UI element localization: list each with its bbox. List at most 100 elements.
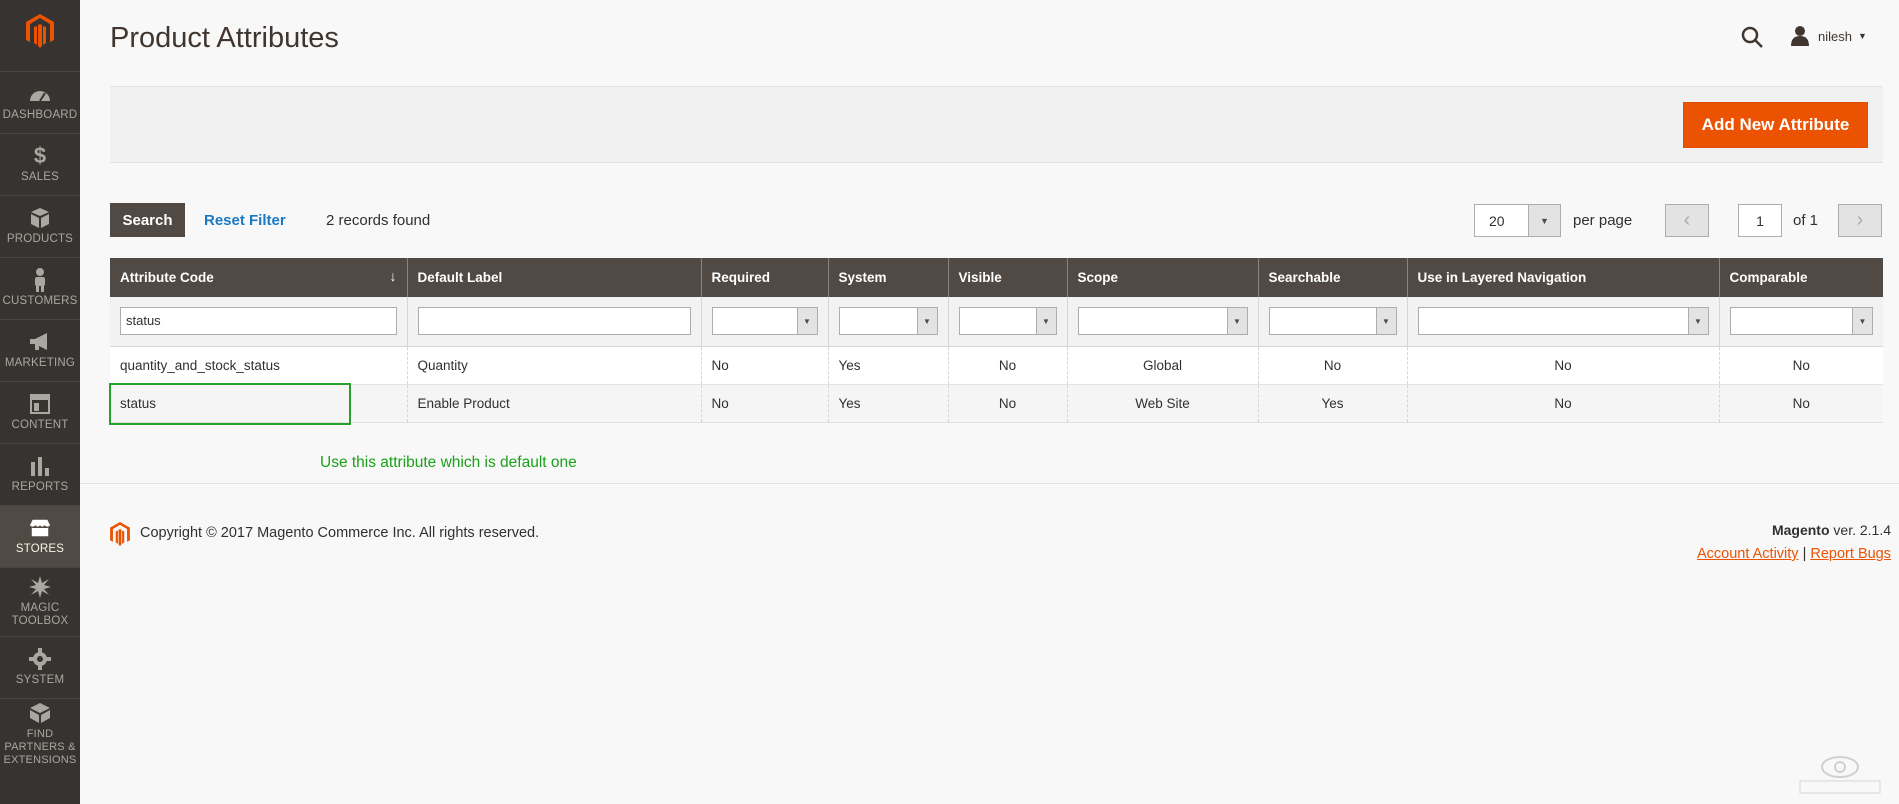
column-header-visible[interactable]: Visible: [948, 258, 1068, 297]
table-cell: quantity_and_stock_status: [110, 346, 408, 385]
column-header-attribute-code[interactable]: Attribute Code ↓: [110, 258, 408, 297]
table-row[interactable]: quantity_and_stock_status Quantity No Ye…: [110, 346, 1883, 385]
filter-cell: ▼: [1719, 297, 1883, 347]
filter-cell: ▼: [948, 297, 1068, 347]
column-header-default-label[interactable]: Default Label: [407, 258, 702, 297]
sidebar-item-dashboard[interactable]: DASHBOARD: [0, 71, 80, 133]
page-footer: Copyright © 2017 Magento Commerce Inc. A…: [80, 483, 1899, 804]
copyright-text: Copyright © 2017 Magento Commerce Inc. A…: [140, 525, 540, 541]
column-header-system[interactable]: System: [828, 258, 949, 297]
sort-arrow-down-icon: ↓: [389, 268, 397, 284]
magento-footer-logo-icon: [110, 522, 130, 546]
cube-icon: [29, 207, 51, 229]
chevron-left-icon: ‹: [1683, 209, 1691, 231]
filter-cell: ▼: [1258, 297, 1408, 347]
table-cell: No: [1407, 384, 1720, 423]
magento-logo-icon: [26, 14, 54, 48]
page-total: of 1: [1793, 212, 1819, 229]
scope-filter-select[interactable]: ▼: [1077, 307, 1248, 336]
search-icon[interactable]: [1740, 25, 1764, 49]
filter-cell: ▼: [701, 297, 829, 347]
sidebar-item-label: CONTENT: [11, 419, 69, 431]
comparable-filter-select[interactable]: ▼: [1729, 307, 1873, 336]
table-cell: No: [1407, 346, 1720, 385]
sidebar-item-label: SYSTEM: [15, 674, 65, 686]
account-activity-link[interactable]: Account Activity: [1697, 546, 1799, 562]
user-menu[interactable]: nilesh ▼: [1790, 26, 1867, 46]
header-row: Attribute Code ↓ Default Label Required …: [110, 258, 1883, 297]
chevron-down-icon: ▼: [1528, 205, 1560, 236]
sidebar-item-stores[interactable]: STORES: [0, 505, 80, 567]
sidebar-item-reports[interactable]: REPORTS: [0, 443, 80, 505]
dashboard-icon: [29, 83, 51, 105]
column-header-layered-navigation[interactable]: Use in Layered Navigation: [1407, 258, 1720, 297]
sidebar-item-label: FIND PARTNERS & EXTENSIONS: [3, 728, 77, 766]
chevron-down-icon: ▼: [916, 308, 937, 335]
column-header-comparable[interactable]: Comparable: [1719, 258, 1883, 297]
report-bugs-link[interactable]: Report Bugs: [1810, 546, 1891, 562]
default-label-filter-input[interactable]: [417, 307, 691, 336]
chevron-down-icon: ▼: [1852, 308, 1872, 335]
records-found: 2 records found: [326, 212, 431, 229]
column-header-scope[interactable]: Scope: [1067, 258, 1259, 297]
per-page-select[interactable]: 20 ▼: [1474, 204, 1561, 237]
system-filter-select[interactable]: ▼: [838, 307, 938, 336]
sidebar-item-label: REPORTS: [11, 481, 69, 493]
column-header-required[interactable]: Required: [701, 258, 829, 297]
sidebar-item-magic-toolbox[interactable]: MAGIC TOOLBOX: [0, 567, 80, 636]
table-cell: Yes: [828, 384, 949, 423]
magento-logo[interactable]: [0, 0, 80, 62]
layered-navigation-filter-select[interactable]: ▼: [1417, 307, 1709, 336]
add-new-attribute-button[interactable]: Add New Attribute: [1683, 102, 1868, 148]
reset-filter-link[interactable]: Reset Filter: [204, 212, 286, 229]
storefront-icon: [29, 517, 51, 539]
per-page-value: 20: [1489, 213, 1505, 229]
table-cell: Yes: [1258, 384, 1408, 423]
sidebar-item-marketing[interactable]: MARKETING: [0, 319, 80, 381]
sidebar-item-label: CUSTOMERS: [2, 295, 78, 307]
visible-filter-select[interactable]: ▼: [958, 307, 1057, 336]
filter-cell: ▼: [1067, 297, 1259, 347]
searchable-filter-select[interactable]: ▼: [1268, 307, 1397, 336]
sidebar-item-customers[interactable]: CUSTOMERS: [0, 257, 80, 319]
sidebar-item-label: PRODUCTS: [6, 233, 74, 245]
next-page-button[interactable]: ›: [1838, 204, 1882, 237]
previous-page-button[interactable]: ‹: [1665, 204, 1709, 237]
page-title: Product Attributes: [110, 22, 339, 54]
sidebar-item-label: MAGIC TOOLBOX: [11, 602, 69, 627]
sidebar-item-label: DASHBOARD: [2, 109, 78, 121]
chevron-down-icon: ▼: [796, 308, 817, 335]
bar-chart-icon: [29, 455, 51, 477]
filter-row: status ▼ ▼ ▼ ▼ ▼ ▼ ▼: [110, 297, 1883, 347]
required-filter-select[interactable]: ▼: [711, 307, 818, 336]
table-cell: Web Site: [1067, 384, 1259, 423]
page-number-input[interactable]: 1: [1738, 204, 1782, 237]
chevron-down-icon: ▼: [1375, 308, 1396, 335]
sidebar-item-find-partners[interactable]: FIND PARTNERS & EXTENSIONS: [0, 698, 80, 770]
user-icon: [1790, 26, 1810, 46]
star-burst-icon: [29, 576, 51, 598]
chevron-down-icon: ▼: [1687, 308, 1708, 335]
per-page-label: per page: [1573, 212, 1633, 229]
page-actions: Add New Attribute: [110, 86, 1883, 163]
sidebar-item-system[interactable]: SYSTEM: [0, 636, 80, 698]
annotation-note: Use this attribute which is default one: [320, 454, 577, 471]
table-cell: No: [1719, 346, 1883, 385]
search-button[interactable]: Search: [110, 203, 185, 237]
table-cell: No: [948, 384, 1068, 423]
dollar-icon: $: [33, 143, 47, 168]
layout-icon: [29, 393, 51, 415]
footer-links: Account Activity | Report Bugs: [1697, 546, 1891, 562]
table-cell: No: [1719, 384, 1883, 423]
chevron-right-icon: ›: [1856, 209, 1864, 231]
sidebar-item-products[interactable]: PRODUCTS: [0, 195, 80, 257]
sidebar-item-content[interactable]: CONTENT: [0, 381, 80, 443]
table-row[interactable]: status Enable Product No Yes No Web Site…: [110, 384, 1883, 423]
sidebar-item-label: MARKETING: [4, 357, 76, 369]
column-header-searchable[interactable]: Searchable: [1258, 258, 1408, 297]
chevron-down-icon: ▼: [1226, 308, 1247, 335]
table-cell: Enable Product: [407, 384, 702, 423]
sidebar-item-sales[interactable]: $ SALES: [0, 133, 80, 195]
attribute-code-filter-input[interactable]: status: [120, 307, 397, 336]
chevron-down-icon: ▼: [1035, 308, 1056, 335]
